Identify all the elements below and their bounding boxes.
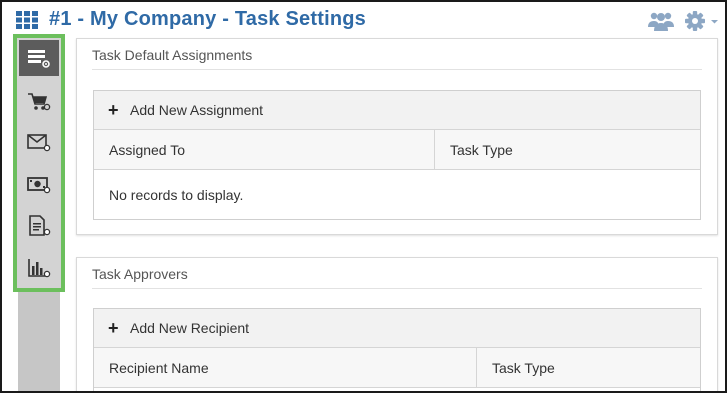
- chart-settings-icon: [28, 259, 51, 278]
- page-title: #1 - My Company - Task Settings: [49, 8, 367, 30]
- document-settings-icon: [29, 215, 51, 236]
- task-default-assignments-panel: Task Default Assignments + Add New Assig…: [76, 38, 718, 235]
- divider: [92, 69, 702, 70]
- cart-settings-icon: [28, 93, 51, 111]
- plus-icon: +: [108, 318, 119, 338]
- add-new-recipient-label: Add New Recipient: [130, 320, 250, 336]
- add-new-recipient-button[interactable]: + Add New Recipient: [94, 309, 700, 348]
- money-settings-icon: [27, 177, 51, 194]
- column-header-recipient-name[interactable]: Recipient Name: [94, 348, 476, 387]
- column-header-task-type[interactable]: Task Type: [476, 348, 700, 387]
- grid-header: Recipient Name Task Type: [94, 348, 700, 388]
- empty-message: No records to display.: [109, 187, 244, 203]
- sidebar-item-task-settings[interactable]: [19, 40, 59, 76]
- assignments-grid: + Add New Assignment Assigned To Task Ty…: [93, 90, 701, 220]
- add-new-assignment-label: Add New Assignment: [130, 102, 264, 118]
- envelope-settings-icon: [27, 134, 51, 152]
- users-icon[interactable]: [648, 10, 674, 32]
- grid-menu-icon[interactable]: [16, 11, 38, 29]
- panel-title: Task Default Assignments: [92, 47, 253, 63]
- add-new-assignment-button[interactable]: + Add New Assignment: [94, 91, 700, 130]
- settings-menu[interactable]: [684, 10, 720, 32]
- grid-header: Assigned To Task Type: [94, 130, 700, 170]
- sidebar-item-document-settings[interactable]: [19, 208, 59, 244]
- page-header: #1 - My Company - Task Settings: [2, 2, 725, 38]
- column-header-assigned-to[interactable]: Assigned To: [94, 130, 434, 169]
- list-settings-icon: [28, 50, 50, 68]
- sidebar-item-cart-settings[interactable]: [19, 83, 59, 119]
- sidebar-item-report-settings[interactable]: [19, 250, 59, 286]
- app-window: #1 - My Company - Task Settings Task Def…: [0, 0, 727, 393]
- plus-icon: +: [108, 100, 119, 120]
- approvers-grid: + Add New Recipient Recipient Name Task …: [93, 308, 701, 391]
- sidebar-item-billing-settings[interactable]: [19, 166, 59, 202]
- divider: [92, 288, 702, 289]
- sidebar-item-email-settings[interactable]: [19, 124, 59, 160]
- gear-icon: [685, 11, 718, 31]
- task-approvers-panel: Task Approvers + Add New Recipient Recip…: [76, 257, 718, 391]
- panel-title: Task Approvers: [92, 266, 188, 282]
- column-header-task-type[interactable]: Task Type: [434, 130, 700, 169]
- chevron-down-icon: [711, 20, 718, 24]
